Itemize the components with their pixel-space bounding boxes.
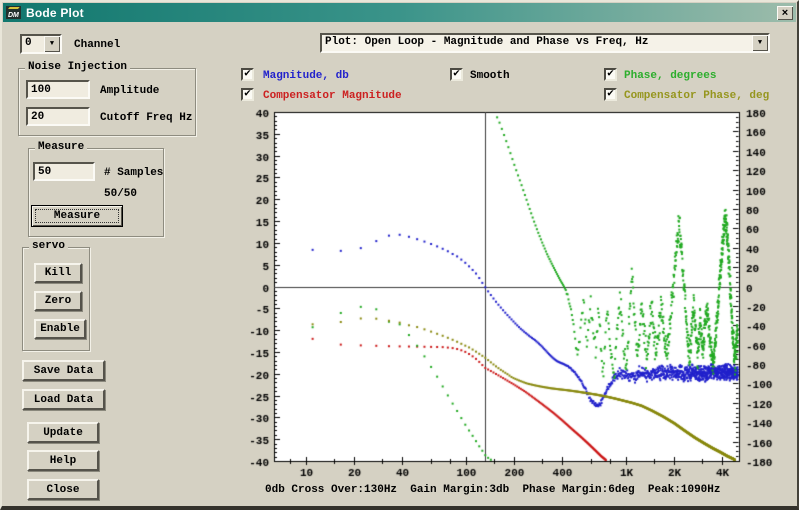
magnitude-checkbox[interactable]: ✔ [241, 68, 254, 81]
measure-button[interactable]: Measure [31, 205, 123, 227]
status-line: 0db Cross Over:130Hz Gain Margin:3db Pha… [265, 484, 720, 496]
phase-checkbox-label[interactable]: Phase, degrees [624, 70, 716, 82]
update-button[interactable]: Update [27, 422, 99, 443]
chevron-down-icon[interactable]: ▼ [752, 35, 768, 51]
samples-field[interactable] [33, 162, 95, 181]
channel-label: Channel [74, 39, 120, 51]
plot-type-value: Plot: Open Loop - Magnitude and Phase vs… [322, 35, 752, 51]
compensator-phase-checkbox-label[interactable]: Compensator Phase, deg [624, 90, 769, 102]
window-title: Bode Plot [26, 6, 84, 20]
enable-button[interactable]: Enable [34, 319, 86, 339]
cutoff-freq-label: Cutoff Freq Hz [100, 112, 192, 124]
help-button[interactable]: Help [27, 450, 99, 471]
compensator-magnitude-checkbox-label[interactable]: Compensator Magnitude [263, 90, 402, 102]
amplitude-label: Amplitude [100, 85, 159, 97]
compensator-phase-checkbox[interactable]: ✔ [604, 88, 617, 101]
plot-type-select[interactable]: Plot: Open Loop - Magnitude and Phase vs… [320, 33, 770, 53]
channel-value: 0 [22, 36, 44, 52]
smooth-checkbox[interactable]: ✔ [450, 68, 463, 81]
app-icon: DM [6, 6, 21, 19]
cutoff-freq-field[interactable] [26, 107, 90, 126]
smooth-checkbox-label[interactable]: Smooth [470, 70, 510, 82]
samples-label: # Samples [104, 167, 163, 179]
channel-select[interactable]: 0 ▼ [20, 34, 62, 54]
noise-injection-legend: Noise Injection [25, 61, 130, 73]
close-icon[interactable]: × [777, 6, 793, 20]
save-data-button[interactable]: Save Data [22, 360, 105, 381]
measure-legend: Measure [35, 141, 87, 153]
magnitude-checkbox-label[interactable]: Magnitude, db [263, 70, 349, 82]
chevron-down-icon[interactable]: ▼ [44, 36, 60, 52]
zero-button[interactable]: Zero [34, 291, 82, 311]
close-button[interactable]: Close [27, 479, 99, 500]
phase-checkbox[interactable]: ✔ [604, 68, 617, 81]
servo-legend: servo [29, 240, 68, 252]
compensator-magnitude-checkbox[interactable]: ✔ [241, 88, 254, 101]
load-data-button[interactable]: Load Data [22, 389, 105, 410]
kill-button[interactable]: Kill [34, 263, 82, 283]
title-bar[interactable]: DM Bode Plot × [3, 3, 796, 22]
samples-progress: 50/50 [104, 188, 137, 200]
bode-plot-window: DM Bode Plot × 0 ▼ Channel Plot: Open Lo… [0, 0, 799, 510]
amplitude-field[interactable] [26, 80, 90, 99]
bode-plot-canvas[interactable] [237, 102, 799, 502]
